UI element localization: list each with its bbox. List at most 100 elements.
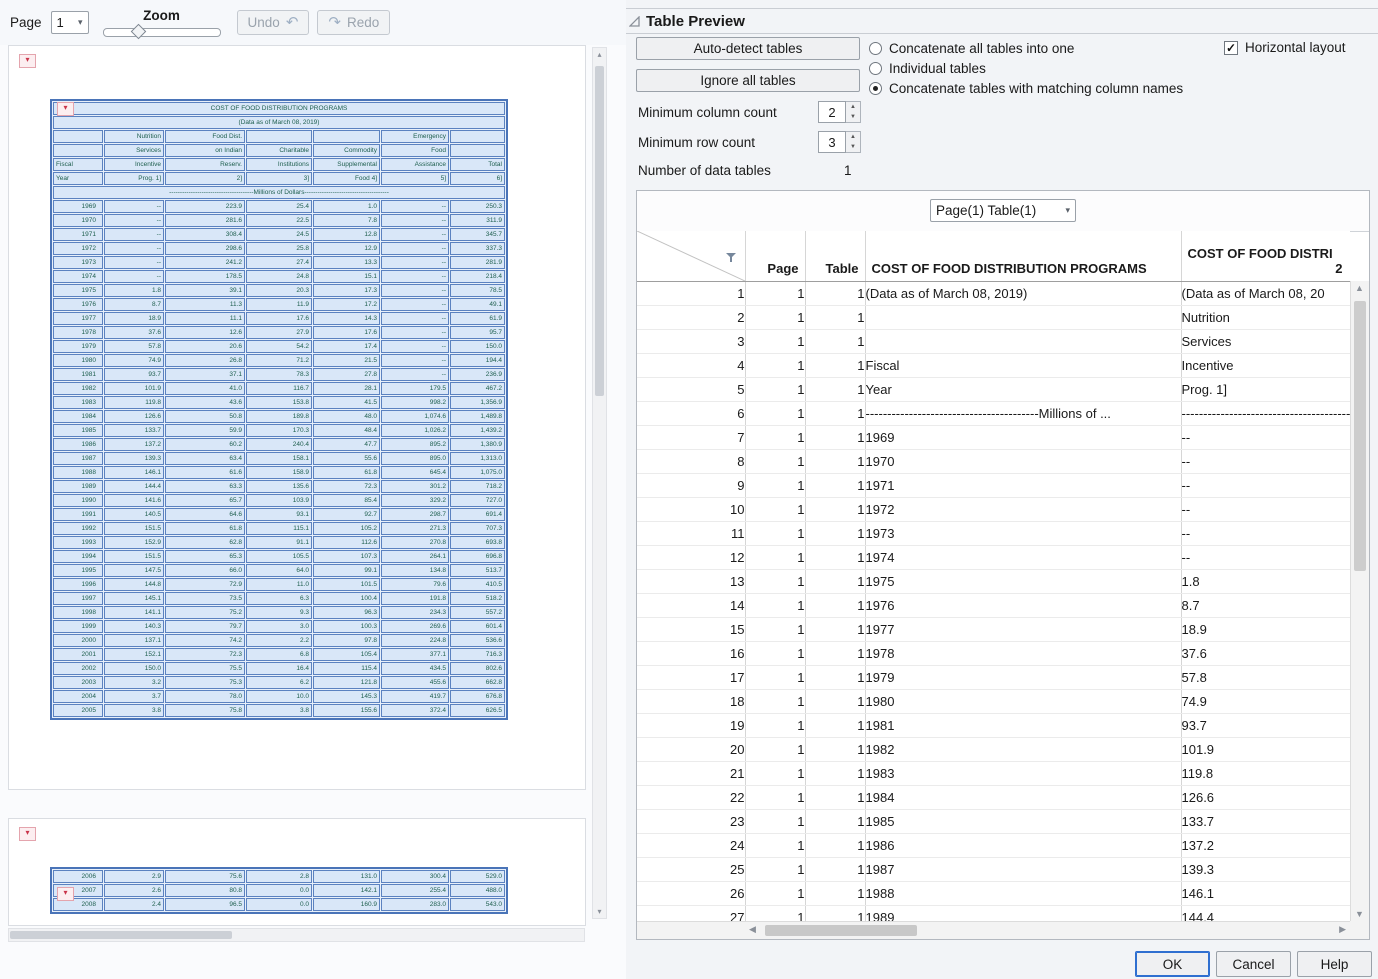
ignore-all-tables-button[interactable]: Ignore all tables [636,69,860,92]
help-button[interactable]: Help [1297,951,1372,977]
cell[interactable]: 1984 [865,785,1181,809]
table-row[interactable]: 141119768.7 [637,593,1350,617]
row-number-cell[interactable]: 15 [637,617,745,641]
table-row[interactable]: 111(Data as of March 08, 2019)(Data as o… [637,281,1350,305]
column-header-table[interactable]: Table [805,231,865,281]
table-row[interactable]: 26111988146.1 [637,881,1350,905]
scrollbar-thumb[interactable] [10,931,232,939]
pdf-horizontal-scrollbar[interactable] [8,928,585,942]
cell[interactable]: 1 [805,305,865,329]
cell[interactable]: 1 [745,425,805,449]
cell[interactable]: 101.9 [1181,737,1350,761]
row-number-cell[interactable]: 20 [637,737,745,761]
cell[interactable]: 1977 [865,617,1181,641]
cell[interactable]: 1 [805,449,865,473]
collapse-triangle-icon[interactable] [629,16,640,27]
cell[interactable]: 1980 [865,689,1181,713]
cell[interactable]: 1 [745,473,805,497]
min-column-count-spinner[interactable]: 2 ▲▼ [818,101,861,123]
cell[interactable]: 1983 [865,761,1181,785]
cell[interactable]: -- [1181,473,1350,497]
cell[interactable]: 126.6 [1181,785,1350,809]
table-row[interactable]: 511YearProg. 1] [637,377,1350,401]
row-number-cell[interactable]: 22 [637,785,745,809]
table-row[interactable]: 211Nutrition [637,305,1350,329]
cell[interactable]: 1974 [865,545,1181,569]
cell[interactable]: 1 [805,617,865,641]
cell[interactable]: 1 [805,281,865,305]
cell[interactable]: 1975 [865,569,1181,593]
cell[interactable]: 1973 [865,521,1181,545]
pdf-vertical-scrollbar[interactable]: ▴ ▾ [592,47,607,919]
cell[interactable]: 1 [745,761,805,785]
table-row[interactable]: 1611197837.6 [637,641,1350,665]
cell[interactable]: 1 [745,881,805,905]
row-number-cell[interactable]: 18 [637,689,745,713]
row-number-cell[interactable]: 24 [637,833,745,857]
column-header-cost1[interactable]: COST OF FOOD DISTRIBUTION PROGRAMS [865,231,1181,281]
pdf-detected-table-page1[interactable]: COST OF FOOD DISTRIBUTION PROGRAMS(Data … [50,99,508,720]
min-row-count-spinner[interactable]: 3 ▲▼ [818,131,861,153]
page-table-select[interactable]: Page(1) Table(1) ▾ [930,199,1076,222]
cell[interactable]: 1 [805,857,865,881]
cell[interactable]: 1978 [865,641,1181,665]
table-row[interactable]: 131119751.8 [637,569,1350,593]
table-red-triangle-menu-icon[interactable]: ▾ [57,102,74,116]
cell[interactable]: 137.2 [1181,833,1350,857]
table-row[interactable]: 7111969-- [637,425,1350,449]
min-row-count-value[interactable]: 3 [818,131,846,153]
scrollbar-thumb[interactable] [1354,301,1366,571]
scroll-up-icon[interactable]: ▴ [593,50,606,59]
table-row[interactable]: 411FiscalIncentive [637,353,1350,377]
table-row[interactable]: 10111972-- [637,497,1350,521]
zoom-slider[interactable] [103,25,221,38]
row-number-cell[interactable]: 3 [637,329,745,353]
cell[interactable]: Fiscal [865,353,1181,377]
cell[interactable]: 1 [805,521,865,545]
cell[interactable]: 1 [805,833,865,857]
cancel-button[interactable]: Cancel [1216,951,1291,977]
cell[interactable]: 1 [805,425,865,449]
cell[interactable]: 1 [745,545,805,569]
scrollbar-thumb[interactable] [595,66,604,396]
cell[interactable]: 1 [745,353,805,377]
row-number-cell[interactable]: 17 [637,665,745,689]
cell[interactable]: 133.7 [1181,809,1350,833]
horizontal-layout-checkbox[interactable]: ✓ Horizontal layout [1224,40,1346,55]
cell[interactable]: 1986 [865,833,1181,857]
row-number-cell[interactable]: 12 [637,545,745,569]
table-row[interactable]: 1711197957.8 [637,665,1350,689]
cell[interactable]: 1 [805,641,865,665]
ok-button[interactable]: OK [1135,951,1210,977]
cell[interactable]: 1 [745,833,805,857]
cell[interactable]: 1 [745,737,805,761]
zoom-slider-track[interactable] [103,28,221,37]
cell[interactable]: 1 [745,521,805,545]
row-number-cell[interactable]: 19 [637,713,745,737]
cell[interactable]: 1 [745,305,805,329]
cell[interactable]: 1979 [865,665,1181,689]
spin-up-icon[interactable]: ▲ [846,132,860,142]
row-number-cell[interactable]: 26 [637,881,745,905]
row-number-cell[interactable]: 9 [637,473,745,497]
row-number-cell[interactable]: 4 [637,353,745,377]
cell[interactable]: -- [1181,497,1350,521]
checkbox-checked-icon[interactable]: ✓ [1224,41,1238,55]
table-row[interactable]: 8111970-- [637,449,1350,473]
auto-detect-tables-button[interactable]: Auto-detect tables [636,37,860,60]
table-row[interactable]: 20111982101.9 [637,737,1350,761]
cell[interactable]: 1 [805,713,865,737]
cell[interactable] [865,329,1181,353]
scroll-left-icon[interactable]: ◀ [749,924,756,935]
cell[interactable]: -- [1181,425,1350,449]
cell[interactable]: 18.9 [1181,617,1350,641]
row-number-cell[interactable]: 11 [637,521,745,545]
spin-down-icon[interactable]: ▼ [846,142,860,152]
cell[interactable]: -- [1181,545,1350,569]
cell[interactable]: 74.9 [1181,689,1350,713]
cell[interactable]: (Data as of March 08, 20 [1181,281,1350,305]
min-column-count-value[interactable]: 2 [818,101,846,123]
table-row[interactable]: 611-------------------------------------… [637,401,1350,425]
row-number-cell[interactable]: 7 [637,425,745,449]
table-row[interactable]: 23111985133.7 [637,809,1350,833]
